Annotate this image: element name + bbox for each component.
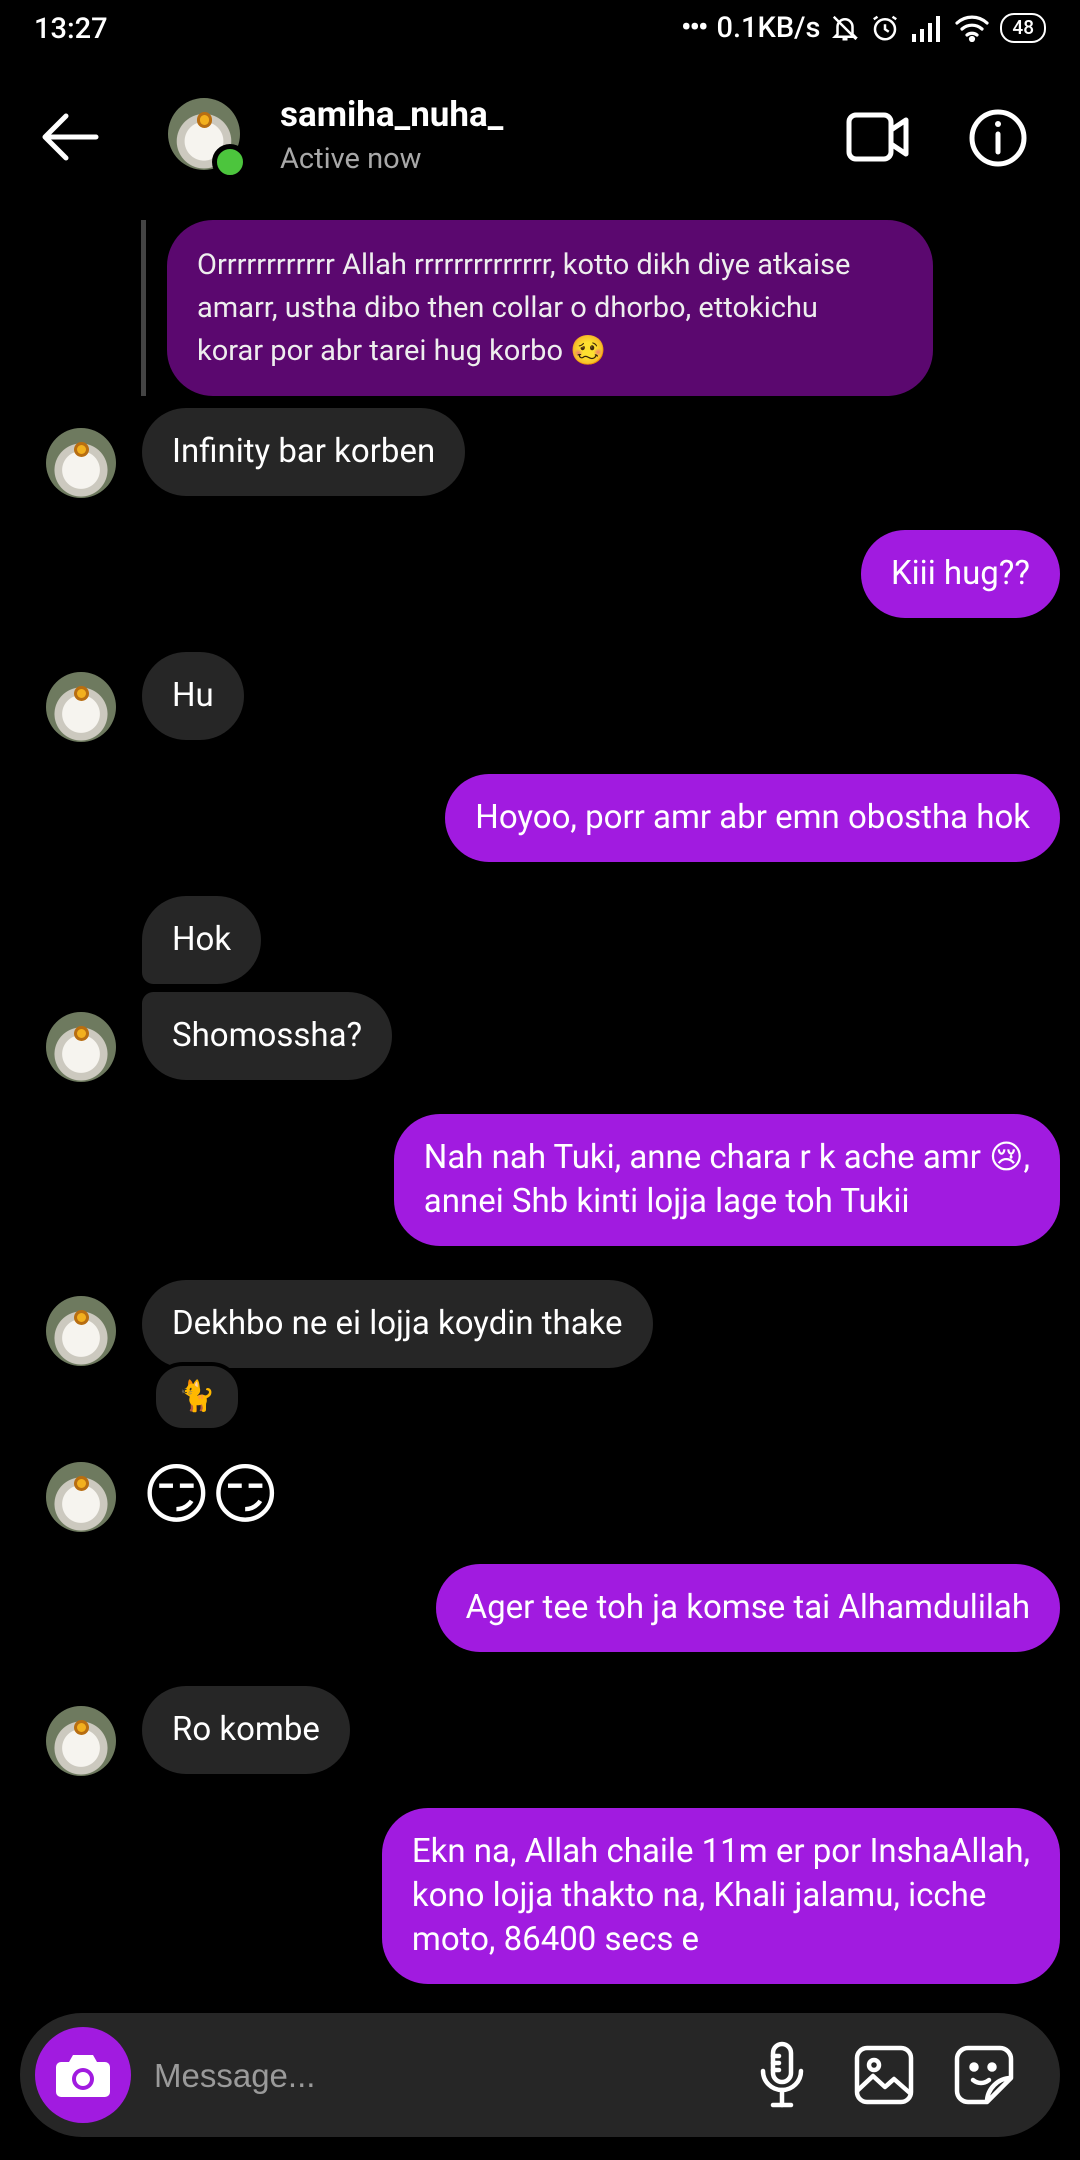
avatar[interactable]	[46, 1706, 116, 1776]
avatar[interactable]	[46, 1012, 116, 1082]
message-bubble[interactable]: Nah nah Tuki, anne chara r k ache amr 😢,…	[393, 1114, 1060, 1246]
avatar[interactable]	[46, 1462, 116, 1532]
message-bubble[interactable]: Dekhbo ne ei lojja koydin thake	[142, 1280, 653, 1368]
message-bubble[interactable]: Hok	[142, 896, 262, 984]
message-bubble[interactable]: Ager tee toh ja komse tai Alhamdulilah	[435, 1564, 1060, 1652]
gallery-icon[interactable]	[854, 2045, 914, 2105]
avatar[interactable]	[46, 672, 116, 742]
avatar[interactable]	[46, 1296, 116, 1366]
chat-header: samiha_nuha_ Active now	[0, 70, 1080, 200]
microphone-icon[interactable]	[758, 2041, 806, 2109]
alarm-icon	[873, 15, 898, 40]
battery-indicator: 48	[1000, 12, 1046, 43]
info-icon[interactable]	[968, 108, 1028, 168]
reaction-badge[interactable]: 🐈	[152, 1362, 242, 1432]
status-icons: ••• 0.1KB/s 48	[681, 10, 1046, 45]
signal-icon	[912, 15, 941, 42]
message-bubble[interactable]: Shomossha?	[142, 992, 393, 1080]
message-bubble[interactable]: Ro kombe	[142, 1686, 350, 1774]
camera-icon	[56, 2055, 110, 2097]
status-time: 13:27	[34, 12, 108, 46]
emoji-message[interactable]: 😏😏	[142, 1454, 280, 1538]
contact-name[interactable]: samiha_nuha_	[280, 94, 503, 135]
reply-quote-bar	[141, 220, 146, 396]
reply-quote-bubble[interactable]: Orrrrrrrrrrrr Allah rrrrrrrrrrrrrr, kott…	[167, 220, 933, 396]
video-call-icon[interactable]	[846, 110, 910, 164]
online-status-dot	[212, 144, 248, 180]
camera-button[interactable]	[35, 2027, 131, 2123]
message-composer	[20, 2013, 1060, 2137]
contact-status: Active now	[280, 142, 422, 176]
sticker-icon[interactable]	[954, 2045, 1014, 2105]
wifi-icon	[955, 15, 989, 42]
message-bubble[interactable]: Infinity bar korben	[142, 408, 466, 496]
status-bar: 13:27 ••• 0.1KB/s 48	[0, 0, 1080, 62]
avatar[interactable]	[46, 428, 116, 498]
message-bubble[interactable]: Hu	[142, 652, 244, 740]
back-arrow-icon[interactable]	[40, 112, 102, 162]
message-bubble[interactable]: Ekn na, Allah chaile 11m er por InshaAll…	[381, 1808, 1060, 1984]
message-bubble[interactable]: Kiii hug??	[860, 530, 1060, 618]
network-speed: 0.1KB/s	[716, 10, 821, 45]
message-bubble[interactable]: Hoyoo, porr amr abr emn obostha hok	[445, 774, 1060, 862]
muted-bell-icon	[832, 15, 859, 40]
more-dots-icon: •••	[681, 10, 709, 45]
message-input[interactable]	[152, 2041, 716, 2111]
